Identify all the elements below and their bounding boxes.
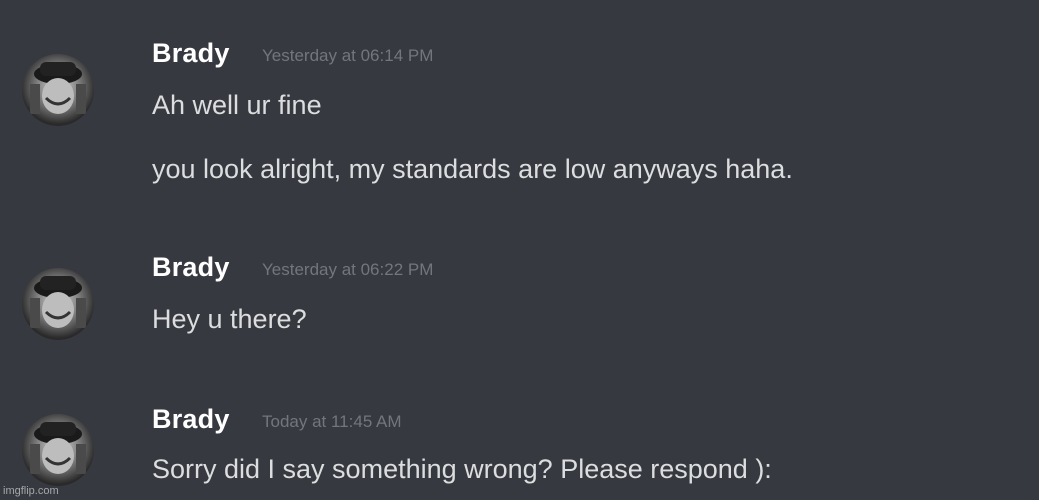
message-timestamp: Yesterday at 06:14 PM [262, 46, 434, 65]
message-timestamp: Yesterday at 06:22 PM [262, 260, 434, 279]
message-author[interactable]: Brady [152, 38, 230, 69]
message-text: Hey u there? [152, 304, 307, 334]
message-text: Sorry did I say something wrong? Please … [152, 454, 772, 484]
user-avatar-icon[interactable] [22, 268, 94, 340]
message-timestamp: Today at 11:45 AM [262, 412, 402, 431]
user-avatar-icon[interactable] [22, 54, 94, 126]
message-text: Ah well ur fine [152, 90, 322, 120]
user-avatar-icon[interactable] [22, 414, 94, 486]
message-author[interactable]: Brady [152, 252, 230, 283]
message-author[interactable]: Brady [152, 404, 230, 435]
watermark: imgflip.com [3, 485, 59, 497]
chat-log: Brady Yesterday at 06:14 PM Ah well ur f… [0, 0, 1039, 500]
message-text: you look alright, my standards are low a… [152, 154, 793, 184]
